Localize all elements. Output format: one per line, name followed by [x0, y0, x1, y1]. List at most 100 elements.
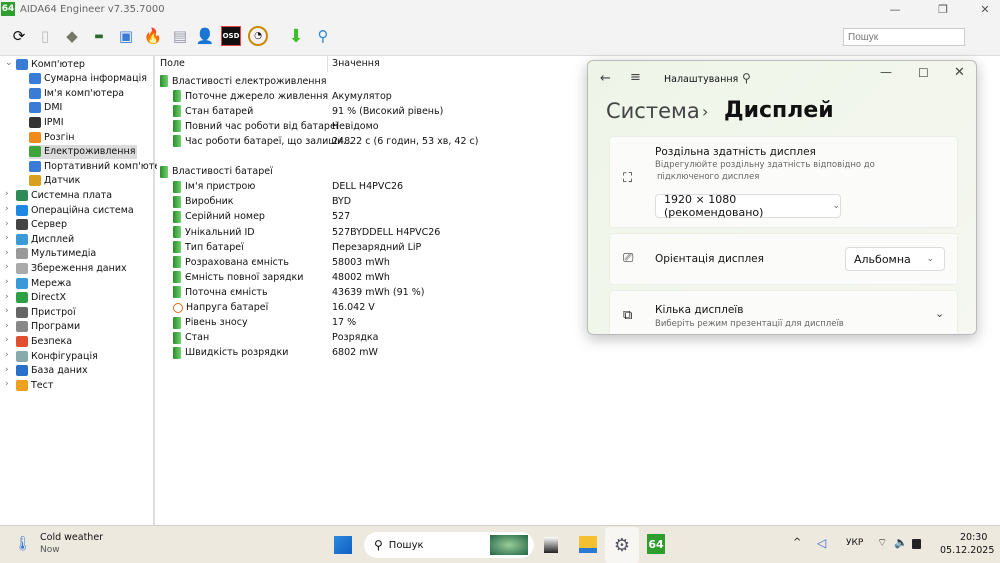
- expand-chevron-icon[interactable]: ›: [5, 262, 9, 272]
- expand-chevron-icon[interactable]: ›: [5, 233, 9, 243]
- expand-chevron-icon[interactable]: ›: [5, 248, 9, 258]
- wifi-icon[interactable]: ⌔: [877, 536, 887, 550]
- table-row[interactable]: Поточна ємність: [173, 285, 268, 299]
- tree-item[interactable]: Пристрої: [16, 305, 76, 319]
- report-icon[interactable]: ▯: [35, 26, 55, 46]
- close-button[interactable]: ✕: [954, 65, 965, 80]
- settings-app-icon[interactable]: ⚙: [605, 527, 639, 563]
- table-row[interactable]: Напруга батареї: [173, 301, 268, 315]
- expand-chevron-icon[interactable]: ›: [5, 335, 9, 345]
- search-icon[interactable]: ⚲: [742, 71, 751, 85]
- tree-item[interactable]: Мережа: [16, 276, 71, 290]
- expand-chevron-icon[interactable]: ›: [5, 292, 9, 302]
- table-row[interactable]: Тип батареї: [173, 240, 244, 254]
- tree-item[interactable]: Збереження даних: [16, 261, 127, 275]
- chevron-up-icon[interactable]: ^: [793, 537, 801, 548]
- table-row[interactable]: Швидкість розрядки: [173, 346, 288, 360]
- tree-item[interactable]: Операційна система: [16, 203, 134, 217]
- refresh-icon[interactable]: ⟳: [9, 26, 29, 46]
- tree-item[interactable]: Портативний комп'ютер: [29, 159, 166, 173]
- gauge-icon[interactable]: ◔: [248, 26, 268, 46]
- chevron-down-icon[interactable]: ⌄: [935, 307, 944, 320]
- tree-item[interactable]: База даних: [16, 364, 88, 378]
- expand-chevron-icon[interactable]: ›: [5, 350, 9, 360]
- thermometer-icon[interactable]: 🌡: [14, 536, 32, 552]
- table-row[interactable]: Унікальний ID: [173, 225, 255, 239]
- tree-item[interactable]: Комп'ютер: [16, 57, 85, 71]
- tree-item[interactable]: IPMI: [29, 115, 64, 129]
- tree-item[interactable]: Сумарна інформація: [29, 72, 147, 86]
- minimize-button[interactable]: —: [880, 0, 910, 18]
- back-button[interactable]: ←: [600, 71, 611, 86]
- tree-item[interactable]: Ім'я комп'ютера: [29, 86, 124, 100]
- memory-icon[interactable]: ▬: [89, 26, 109, 46]
- table-row[interactable]: Час роботи батареї, що залиши...: [173, 134, 352, 148]
- column-header-field[interactable]: Поле: [160, 58, 185, 69]
- tree-item[interactable]: Мультимедіа: [16, 247, 96, 261]
- taskbar-search[interactable]: ⚲ Пошук: [364, 532, 534, 558]
- table-row[interactable]: Виробник: [173, 195, 234, 209]
- search-icon[interactable]: ⚲: [313, 26, 333, 46]
- navigation-tree[interactable]: ⌄ Комп'ютер Сумарна інформація Ім'я комп'ют…: [0, 56, 166, 525]
- expand-chevron-icon[interactable]: ›: [5, 277, 9, 287]
- file-explorer-icon[interactable]: [579, 536, 597, 553]
- tree-item[interactable]: Датчик: [29, 174, 80, 188]
- clock-date[interactable]: 05.12.2025: [940, 545, 994, 556]
- expand-chevron-icon[interactable]: ›: [5, 379, 9, 389]
- table-row[interactable]: Ємність повної зарядки: [173, 270, 303, 284]
- table-row[interactable]: Розрахована ємність: [173, 255, 289, 269]
- expand-chevron-icon[interactable]: ›: [5, 321, 9, 331]
- volume-icon[interactable]: 🔈: [894, 536, 908, 549]
- maximize-button[interactable]: ☐: [918, 66, 929, 80]
- config-icon[interactable]: ▤: [170, 26, 190, 46]
- expand-chevron-icon[interactable]: ›: [5, 365, 9, 375]
- tree-item[interactable]: Дисплей: [16, 232, 74, 246]
- tree-item[interactable]: DirectX: [16, 291, 66, 305]
- column-separator[interactable]: [327, 56, 328, 72]
- collapse-chevron-icon[interactable]: ⌄: [5, 58, 13, 68]
- tree-item[interactable]: Тест: [16, 378, 53, 392]
- multiple-displays-card[interactable]: ⧉ Кілька дисплеїв Виберіть режим презент…: [609, 290, 958, 334]
- tree-item[interactable]: Конфігурація: [16, 349, 98, 363]
- expand-chevron-icon[interactable]: ›: [5, 219, 9, 229]
- table-row[interactable]: Рівень зносу: [173, 316, 248, 330]
- tree-item[interactable]: Розгін: [29, 130, 74, 144]
- start-button[interactable]: [334, 536, 352, 554]
- group-header[interactable]: Властивості електроживлення: [160, 74, 326, 88]
- osd-icon[interactable]: OSD: [221, 26, 241, 46]
- resolution-dropdown[interactable]: 1920 × 1080 (рекомендовано) ⌄: [655, 193, 841, 219]
- user-icon[interactable]: 👤: [195, 26, 215, 46]
- motherboard-icon[interactable]: ◆: [62, 26, 82, 46]
- tree-item[interactable]: Програми: [16, 320, 80, 334]
- task-view-icon[interactable]: [544, 537, 558, 553]
- menu-icon[interactable]: ≡: [630, 70, 641, 85]
- tree-item[interactable]: DMI: [29, 101, 62, 115]
- weather-title[interactable]: Cold weather: [40, 532, 103, 543]
- tree-item[interactable]: Сервер: [16, 218, 67, 232]
- table-row[interactable]: Повний час роботи від батареї: [173, 119, 338, 133]
- language-indicator[interactable]: УКР: [846, 538, 863, 548]
- table-row[interactable]: Ім'я пристрою: [173, 180, 255, 194]
- table-row[interactable]: Поточне джерело живлення: [173, 89, 328, 103]
- restore-button[interactable]: ❐: [928, 0, 958, 18]
- expand-chevron-icon[interactable]: ›: [5, 306, 9, 316]
- tree-item[interactable]: Безпека: [16, 334, 72, 348]
- tree-item[interactable]: Системна плата: [16, 188, 112, 202]
- orientation-dropdown[interactable]: Альбомна ⌄: [845, 247, 945, 271]
- location-icon[interactable]: ◁: [817, 536, 826, 550]
- search-input[interactable]: [843, 28, 965, 46]
- expand-chevron-icon[interactable]: ›: [5, 204, 9, 214]
- group-header[interactable]: Властивості батареї: [160, 165, 273, 179]
- expand-chevron-icon[interactable]: ›: [5, 189, 9, 199]
- burn-icon[interactable]: 🔥: [143, 26, 163, 46]
- close-button[interactable]: ✕: [970, 0, 1000, 18]
- download-icon[interactable]: ⬇: [286, 26, 306, 47]
- table-row[interactable]: Стан: [173, 331, 209, 345]
- table-row[interactable]: Серійний номер: [173, 210, 265, 224]
- aida64-taskbar-icon[interactable]: 64: [647, 534, 665, 554]
- network-icon[interactable]: ▣: [116, 26, 136, 46]
- breadcrumb-parent[interactable]: Система: [606, 99, 700, 123]
- battery-icon[interactable]: [912, 539, 921, 549]
- minimize-button[interactable]: —: [880, 65, 892, 79]
- column-header-value[interactable]: Значення: [332, 58, 380, 69]
